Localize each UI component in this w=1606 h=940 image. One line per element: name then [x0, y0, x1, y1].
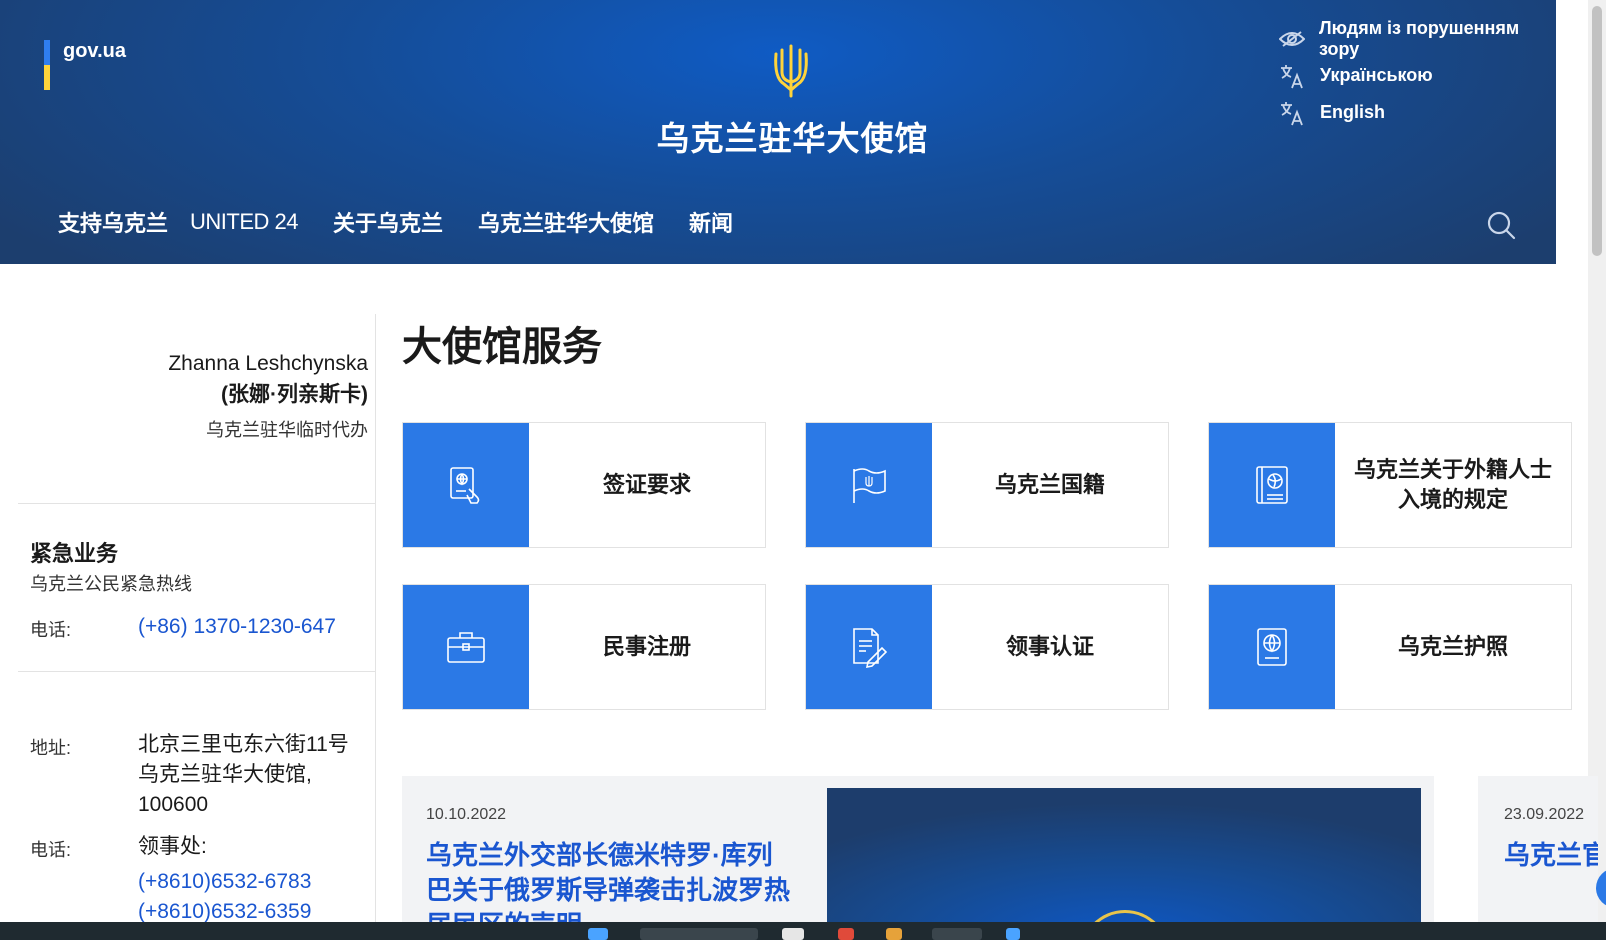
- service-card-citizenship[interactable]: 乌克兰国籍: [805, 422, 1169, 548]
- taskbar-app-icon[interactable]: [886, 928, 902, 940]
- phone-label: 电话:: [30, 840, 72, 860]
- service-card-civil-registry[interactable]: 民事注册: [402, 584, 766, 710]
- lang-ukrainian-link[interactable]: Українською: [1278, 57, 1556, 94]
- accessibility-link[interactable]: Людям із порушенням зору: [1278, 17, 1556, 59]
- service-card-entry-rules[interactable]: 乌克兰关于外籍人士入境的规定: [1208, 422, 1572, 548]
- scrollbar-thumb[interactable]: [1592, 6, 1602, 256]
- consular-label: 领事处:: [138, 835, 207, 858]
- taskbar-app-icon[interactable]: [1006, 928, 1020, 940]
- address-line: 北京三里屯东六街11号: [138, 733, 349, 756]
- taskbar-app-icon[interactable]: [838, 928, 854, 940]
- translate-icon: [1278, 99, 1306, 127]
- sidebar-divider: [18, 671, 376, 672]
- passport-globe-icon: [1209, 585, 1335, 709]
- flag-icon: [806, 423, 932, 547]
- ambassador-block: Zhanna Leshchynska (张娜·列亲斯卡) 乌克兰驻华临时代办: [158, 352, 368, 442]
- news-image[interactable]: [827, 788, 1421, 926]
- eye-icon: [1278, 25, 1305, 53]
- address-line: 乌克兰驻华大使馆,: [138, 763, 312, 786]
- ambassador-role: 乌克兰驻华临时代办: [206, 420, 368, 440]
- ambassador-name: Zhanna Leshchynska: [168, 352, 368, 375]
- service-card-label: 乌克兰关于外籍人士入境的规定: [1353, 457, 1552, 512]
- lang-english-label: English: [1320, 102, 1386, 122]
- service-card-label: 签证要求: [602, 472, 691, 497]
- service-card-visa[interactable]: 签证要求: [402, 422, 766, 548]
- news-date: 10.10.2022: [426, 806, 507, 823]
- lang-english-link[interactable]: English: [1278, 94, 1556, 131]
- service-card-label: 乌克兰护照: [1397, 634, 1508, 659]
- emergency-title: 紧急业务: [30, 541, 119, 566]
- nav-item-united24[interactable]: UNITED 24: [190, 209, 298, 235]
- nav-item-embassy[interactable]: 乌克兰驻华大使馆: [478, 206, 654, 238]
- service-card-label: 领事认证: [1005, 634, 1094, 659]
- start-icon[interactable]: [588, 928, 608, 940]
- lang-ukrainian-label: Українською: [1320, 65, 1433, 85]
- translate-icon: [1278, 62, 1306, 90]
- emergency-subtitle: 乌克兰公民紧急热线: [30, 574, 192, 594]
- accessibility-label: Людям із порушенням зору: [1319, 17, 1520, 59]
- consular-phone-link[interactable]: (+8610)6532-6783: [138, 867, 311, 897]
- trident-icon[interactable]: [772, 42, 810, 98]
- sidebar-divider: [18, 503, 376, 504]
- service-card-consular-legalization[interactable]: 领事认证: [805, 584, 1169, 710]
- briefcase-icon: [403, 585, 529, 709]
- nav-item-about-ukraine[interactable]: 关于乌克兰: [333, 206, 443, 238]
- main-nav: 支持乌克兰 UNITED 24 关于乌克兰 乌克兰驻华大使馆 新闻: [58, 206, 768, 238]
- search-icon[interactable]: [1486, 210, 1516, 240]
- service-card-passport[interactable]: 乌克兰护照: [1208, 584, 1572, 710]
- service-card-label: 民事注册: [602, 634, 691, 659]
- nav-item-news[interactable]: 新闻: [689, 206, 733, 238]
- service-card-label: 乌克兰国籍: [994, 472, 1105, 497]
- taskbar-app-icon[interactable]: [782, 928, 804, 940]
- taskbar-active-app[interactable]: [932, 928, 982, 940]
- sidebar: Zhanna Leshchynska (张娜·列亲斯卡) 乌克兰驻华临时代办 紧…: [18, 314, 376, 924]
- news-title-link[interactable]: 乌克兰官: [1504, 838, 1598, 873]
- emergency-phone-label: 电话:: [30, 620, 72, 640]
- gov-ua-logo[interactable]: gov.ua: [44, 40, 126, 90]
- news-card[interactable]: 23.09.2022 乌克兰官: [1478, 776, 1598, 926]
- document-pen-icon: [806, 585, 932, 709]
- ambassador-name-cn: (张娜·列亲斯卡): [221, 383, 368, 406]
- news-date: 23.09.2022: [1504, 806, 1585, 823]
- ukraine-flag-icon: [44, 40, 50, 90]
- emergency-phone-link[interactable]: (+86) 1370-1230-647: [138, 612, 336, 642]
- visa-passport-icon: [403, 423, 529, 547]
- foreign-passport-icon: [1209, 423, 1335, 547]
- utility-links: Людям із порушенням зору Українською Eng…: [1278, 17, 1556, 131]
- nav-item-support-ukraine[interactable]: 支持乌克兰: [58, 206, 168, 238]
- site-header: gov.ua 乌克兰驻华大使馆 Людям із порушенням зору…: [0, 0, 1556, 264]
- news-card[interactable]: 10.10.2022 乌克兰外交部长德米特罗·库列巴关于俄罗斯导弹袭击扎波罗热居…: [402, 776, 1434, 926]
- page-title: 大使馆服务: [402, 325, 602, 369]
- news-title-link[interactable]: 乌克兰外交部长德米特罗·库列巴关于俄罗斯导弹袭击扎波罗热居民区的声明: [426, 838, 796, 926]
- taskbar-search-box[interactable]: [640, 928, 758, 940]
- os-taskbar: [0, 922, 1606, 940]
- address-line: 100600: [138, 793, 209, 816]
- address-label: 地址:: [30, 738, 72, 758]
- gov-ua-label: gov.ua: [63, 40, 126, 62]
